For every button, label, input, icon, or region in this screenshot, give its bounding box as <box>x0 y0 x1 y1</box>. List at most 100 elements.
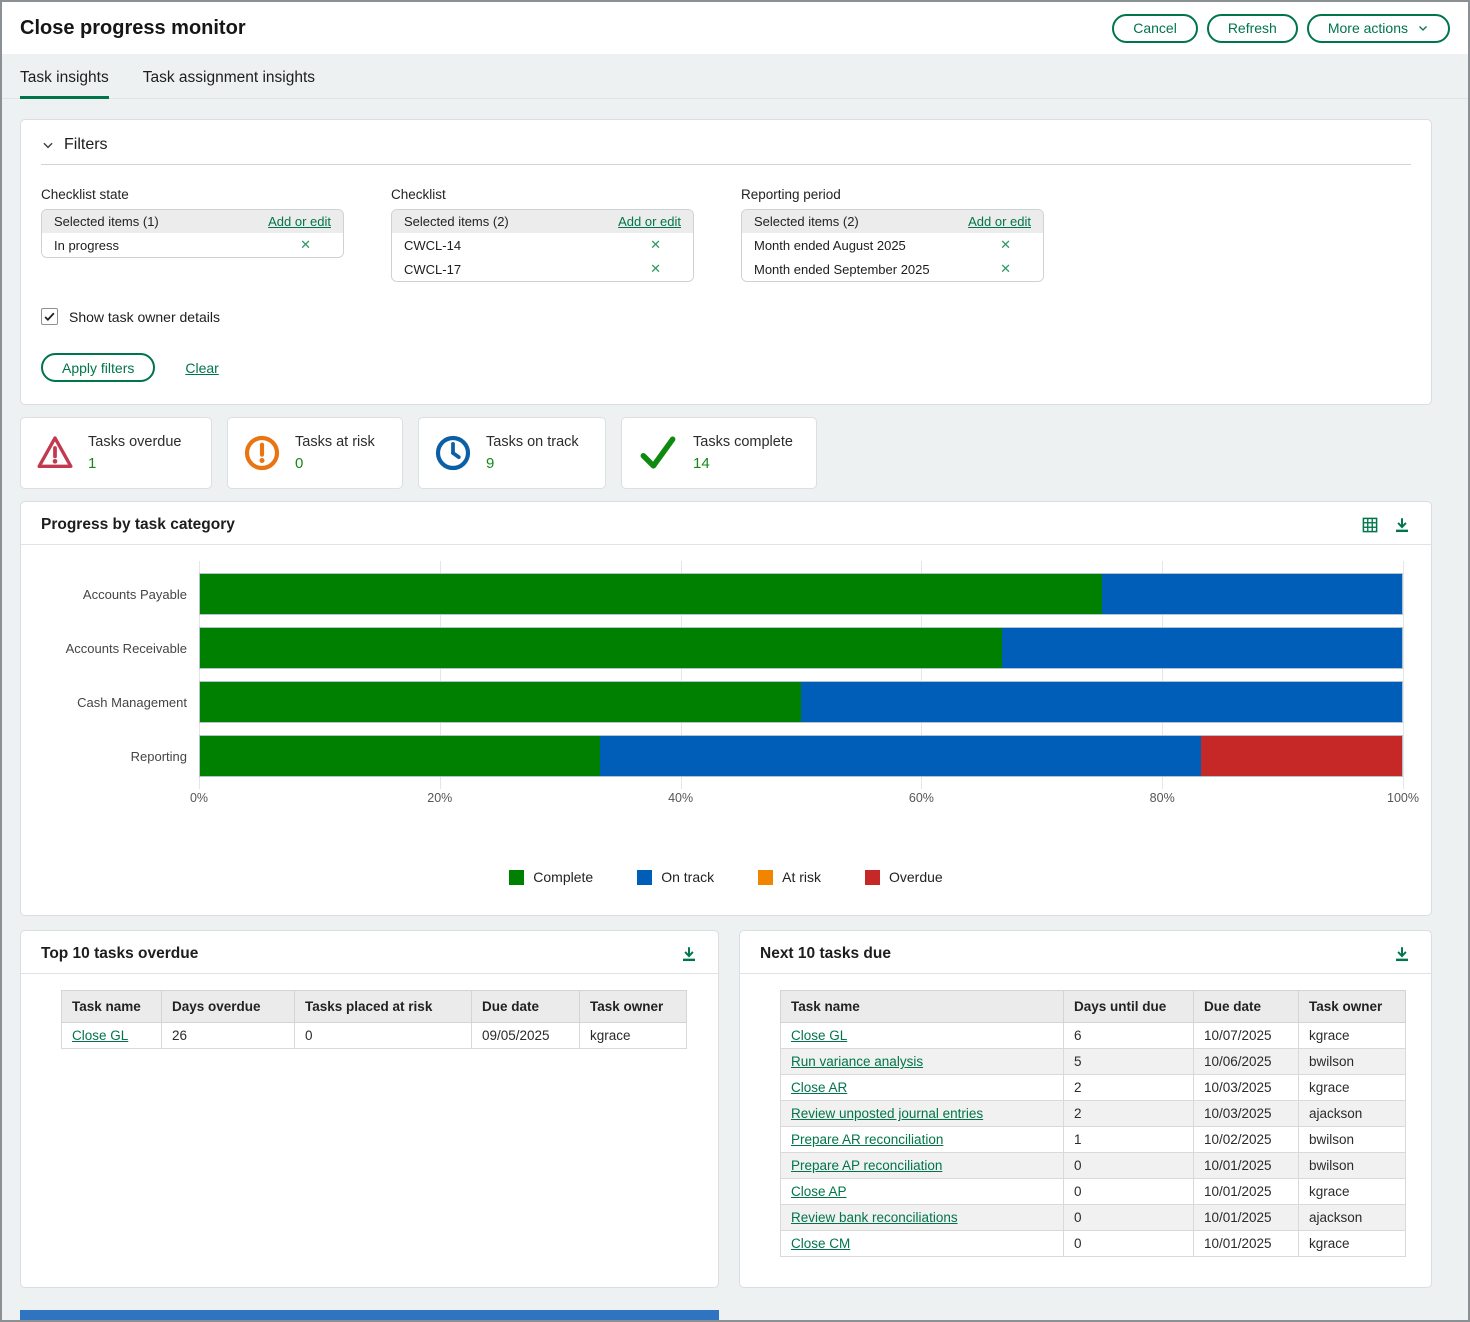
filter-groups: Checklist stateSelected items (1)Add or … <box>41 187 1411 282</box>
table-row: Close GL26009/05/2025kgrace <box>62 1023 687 1049</box>
table-cell: 10/06/2025 <box>1194 1049 1299 1075</box>
filters-panel: Filters Checklist stateSelected items (1… <box>20 119 1432 405</box>
bar-segment-on-track <box>600 736 1201 776</box>
task-link[interactable]: Review bank reconciliations <box>791 1210 958 1225</box>
column-header: Days overdue <box>162 991 295 1023</box>
stacked-bar <box>199 573 1403 615</box>
chart-bar-row <box>199 621 1403 675</box>
summary-card-text: Tasks overdue1 <box>88 434 182 472</box>
selected-items-header: Selected items (2) Add or edit <box>392 210 693 233</box>
table-cell: 10/03/2025 <box>1194 1101 1299 1127</box>
chart-bar-row <box>199 729 1403 783</box>
chart-title: Progress by task category <box>41 516 235 534</box>
legend-label: On track <box>661 869 714 885</box>
download-icon[interactable] <box>680 945 698 963</box>
download-icon[interactable] <box>1393 945 1411 963</box>
selected-item-row: Month ended August 2025 ✕ <box>742 233 1043 257</box>
warning-triangle-icon <box>35 433 75 473</box>
selected-item-row: Month ended September 2025 ✕ <box>742 257 1043 281</box>
selected-item-label: Month ended August 2025 <box>754 238 906 253</box>
task-link[interactable]: Prepare AP reconciliation <box>791 1158 942 1173</box>
download-icon[interactable] <box>1393 516 1411 534</box>
column-header: Due date <box>472 991 580 1023</box>
selected-item-label: CWCL-17 <box>404 262 461 277</box>
add-or-edit-link[interactable]: Add or edit <box>268 214 331 229</box>
table-header-row: Task nameDays until dueDue dateTask owne… <box>781 991 1406 1023</box>
filter-group: Reporting period Selected items (2) Add or… <box>741 187 1044 282</box>
selected-items-count: Selected items (2) <box>754 214 859 229</box>
table-cell: 2 <box>1064 1101 1194 1127</box>
table-cell: 09/05/2025 <box>472 1023 580 1049</box>
refresh-button[interactable]: Refresh <box>1207 14 1298 43</box>
table-row: Close AP010/01/2025kgrace <box>781 1179 1406 1205</box>
chevron-down-icon <box>1417 22 1429 34</box>
table-cell: 10/03/2025 <box>1194 1075 1299 1101</box>
bar-segment-on-track <box>1102 574 1403 614</box>
next-due-title-row: Next 10 tasks due <box>740 931 1431 974</box>
legend-swatch <box>865 870 880 885</box>
legend-label: At risk <box>782 869 821 885</box>
apply-filters-button[interactable]: Apply filters <box>41 353 155 382</box>
task-name-cell: Close CM <box>781 1231 1064 1257</box>
legend-label: Complete <box>533 869 593 885</box>
task-link[interactable]: Close CM <box>791 1236 850 1251</box>
next-due-table: Task nameDays until dueDue dateTask owne… <box>780 990 1406 1257</box>
task-link[interactable]: Close GL <box>791 1028 847 1043</box>
table-cell: ajackson <box>1299 1205 1406 1231</box>
add-or-edit-link[interactable]: Add or edit <box>968 214 1031 229</box>
legend-item: On track <box>637 869 714 885</box>
overdue-title-row: Top 10 tasks overdue <box>21 931 718 974</box>
column-header: Tasks placed at risk <box>295 991 472 1023</box>
table-view-icon[interactable] <box>1361 516 1379 534</box>
clear-filters-link[interactable]: Clear <box>185 360 218 376</box>
selected-items-count: Selected items (2) <box>404 214 509 229</box>
overdue-panel-title: Top 10 tasks overdue <box>41 945 198 963</box>
task-name-cell: Close GL <box>62 1023 162 1049</box>
show-task-owner-checkbox-row[interactable]: Show task owner details <box>41 308 220 325</box>
remove-item-icon[interactable]: ✕ <box>650 237 661 253</box>
table-cell: 5 <box>1064 1049 1194 1075</box>
add-or-edit-link[interactable]: Add or edit <box>618 214 681 229</box>
table-cell: 0 <box>1064 1205 1194 1231</box>
cancel-button[interactable]: Cancel <box>1112 14 1198 43</box>
checkbox-checked-icon[interactable] <box>41 308 58 325</box>
table-cell: 2 <box>1064 1075 1194 1101</box>
task-name-cell: Run variance analysis <box>781 1049 1064 1075</box>
table-row: Run variance analysis510/06/2025bwilson <box>781 1049 1406 1075</box>
summary-card-value: 0 <box>295 455 375 472</box>
remove-item-icon[interactable]: ✕ <box>1000 237 1011 253</box>
remove-item-icon[interactable]: ✕ <box>650 261 661 277</box>
tab-task-assignment-insights[interactable]: Task assignment insights <box>143 54 315 99</box>
table-cell: kgrace <box>580 1023 687 1049</box>
task-link[interactable]: Close GL <box>72 1028 128 1043</box>
legend-swatch <box>758 870 773 885</box>
filter-group-label: Reporting period <box>741 187 1044 202</box>
remove-item-icon[interactable]: ✕ <box>300 237 311 253</box>
table-cell: 6 <box>1064 1023 1194 1049</box>
column-header: Task name <box>781 991 1064 1023</box>
task-link[interactable]: Run variance analysis <box>791 1054 923 1069</box>
more-actions-label: More actions <box>1328 20 1408 36</box>
next-due-panel-title: Next 10 tasks due <box>760 945 891 963</box>
selected-item-label: Month ended September 2025 <box>754 262 930 277</box>
task-name-cell: Review bank reconciliations <box>781 1205 1064 1231</box>
collapse-chevron-icon[interactable] <box>41 138 55 152</box>
tab-task-insights[interactable]: Task insights <box>20 54 109 99</box>
chart-legend: CompleteOn trackAt riskOverdue <box>21 869 1431 885</box>
task-link[interactable]: Close AP <box>791 1184 847 1199</box>
summary-card-label: Tasks at risk <box>295 434 375 450</box>
page-title: Close progress monitor <box>20 17 246 40</box>
task-link[interactable]: Close AR <box>791 1080 847 1095</box>
task-name-cell: Close AP <box>781 1179 1064 1205</box>
task-link[interactable]: Prepare AR reconciliation <box>791 1132 943 1147</box>
chart-bar-row <box>199 567 1403 621</box>
category-label: Reporting <box>41 729 199 783</box>
task-link[interactable]: Review unposted journal entries <box>791 1106 983 1121</box>
remove-item-icon[interactable]: ✕ <box>1000 261 1011 277</box>
summary-card-label: Tasks complete <box>693 434 793 450</box>
x-tick-label: 40% <box>668 791 693 805</box>
more-actions-button[interactable]: More actions <box>1307 14 1450 43</box>
stacked-bar <box>199 627 1403 669</box>
stacked-bar-chart: Accounts PayableAccounts ReceivableCash … <box>41 567 1403 783</box>
table-cell: 1 <box>1064 1127 1194 1153</box>
